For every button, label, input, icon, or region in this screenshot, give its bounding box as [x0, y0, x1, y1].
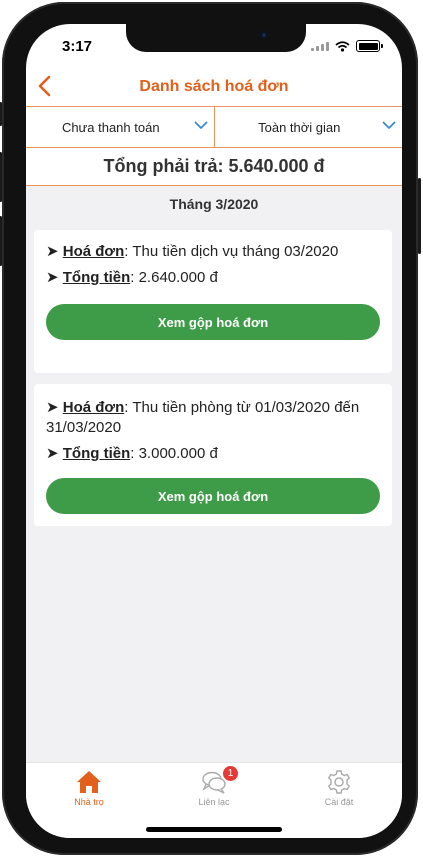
invoice-value: Thu tiền dịch vụ tháng 03/2020 — [132, 243, 339, 260]
tab-contact-label: Liên lạc — [198, 797, 230, 807]
invoice-name-line: ➤ Hoá đơn: Thu tiền phòng từ 01/03/2020 … — [46, 398, 380, 438]
tab-home-label: Nhà trọ — [74, 797, 104, 807]
tab-contact[interactable]: 1 Liên lạc — [151, 763, 277, 813]
total-key: Tổng tiền — [62, 269, 131, 286]
status-filter-label: Chưa thanh toán — [61, 119, 160, 135]
time-filter-dropdown[interactable]: Toàn thời gian — [213, 107, 403, 147]
gear-icon — [327, 770, 351, 794]
tab-home[interactable]: Nhà trọ — [26, 763, 152, 813]
colon: : — [130, 269, 139, 286]
invoice-list: Tháng 3/2020 ➤ Hoá đơn: Thu tiền dịch vụ… — [26, 186, 402, 762]
page-title: Danh sách hoá đơn — [139, 78, 289, 95]
view-combined-invoice-button[interactable]: Xem gộp hoá đơn — [46, 478, 380, 514]
total-value: 3.000.000 đ — [138, 445, 218, 462]
arrow-icon: ➤ — [46, 399, 63, 416]
battery-icon — [356, 40, 383, 52]
invoice-key: Hoá đơn — [62, 243, 125, 260]
total-value: 2.640.000 đ — [138, 269, 218, 286]
volume-up-button — [0, 152, 2, 202]
app-screen: 3:17 Danh sách hoá đơn Chưa thanh toán T… — [26, 24, 402, 838]
invoice-total-line: ➤ Tổng tiền: 2.640.000 đ — [46, 268, 380, 288]
power-button — [418, 178, 421, 254]
status-filter-dropdown[interactable]: Chưa thanh toán — [26, 107, 214, 147]
silent-switch — [0, 102, 2, 126]
tab-settings[interactable]: Cài đặt — [276, 763, 402, 813]
volume-down-button — [0, 216, 2, 266]
invoice-name-line: ➤ Hoá đơn: Thu tiền dịch vụ tháng 03/202… — [46, 242, 380, 262]
arrow-icon: ➤ — [46, 269, 63, 286]
colon: : — [130, 445, 139, 462]
chevron-down-icon — [382, 121, 396, 130]
arrow-icon: ➤ — [46, 243, 63, 260]
total-key: Tổng tiền — [62, 445, 131, 462]
home-icon — [77, 771, 101, 793]
status-icons — [311, 40, 383, 52]
signal-icon — [311, 41, 329, 51]
view-combined-invoice-button[interactable]: Xem gộp hoá đơn — [46, 304, 380, 340]
home-indicator[interactable] — [146, 827, 282, 832]
phone-frame: 3:17 Danh sách hoá đơn Chưa thanh toán T… — [0, 2, 421, 855]
notch — [126, 24, 306, 52]
filter-bar: Chưa thanh toán Toàn thời gian — [26, 106, 402, 148]
camera-icon — [260, 31, 268, 39]
time-filter-label: Toàn thời gian — [258, 119, 341, 135]
invoice-key: Hoá đơn — [62, 399, 125, 416]
total-due: Tổng phải trả: 5.640.000 đ — [26, 147, 402, 186]
notification-badge: 1 — [223, 766, 238, 781]
arrow-icon: ➤ — [46, 445, 63, 462]
month-header: Tháng 3/2020 — [169, 196, 259, 212]
invoice-card: ➤ Hoá đơn: Thu tiền dịch vụ tháng 03/202… — [34, 230, 392, 373]
status-time: 3:17 — [62, 38, 93, 55]
tab-settings-label: Cài đặt — [324, 797, 354, 807]
wifi-icon — [335, 40, 350, 52]
chevron-down-icon — [193, 121, 208, 130]
invoice-card: ➤ Hoá đơn: Thu tiền phòng từ 01/03/2020 … — [34, 384, 392, 526]
invoice-total-line: ➤ Tổng tiền: 3.000.000 đ — [46, 444, 380, 464]
nav-bar: Danh sách hoá đơn — [26, 68, 402, 106]
